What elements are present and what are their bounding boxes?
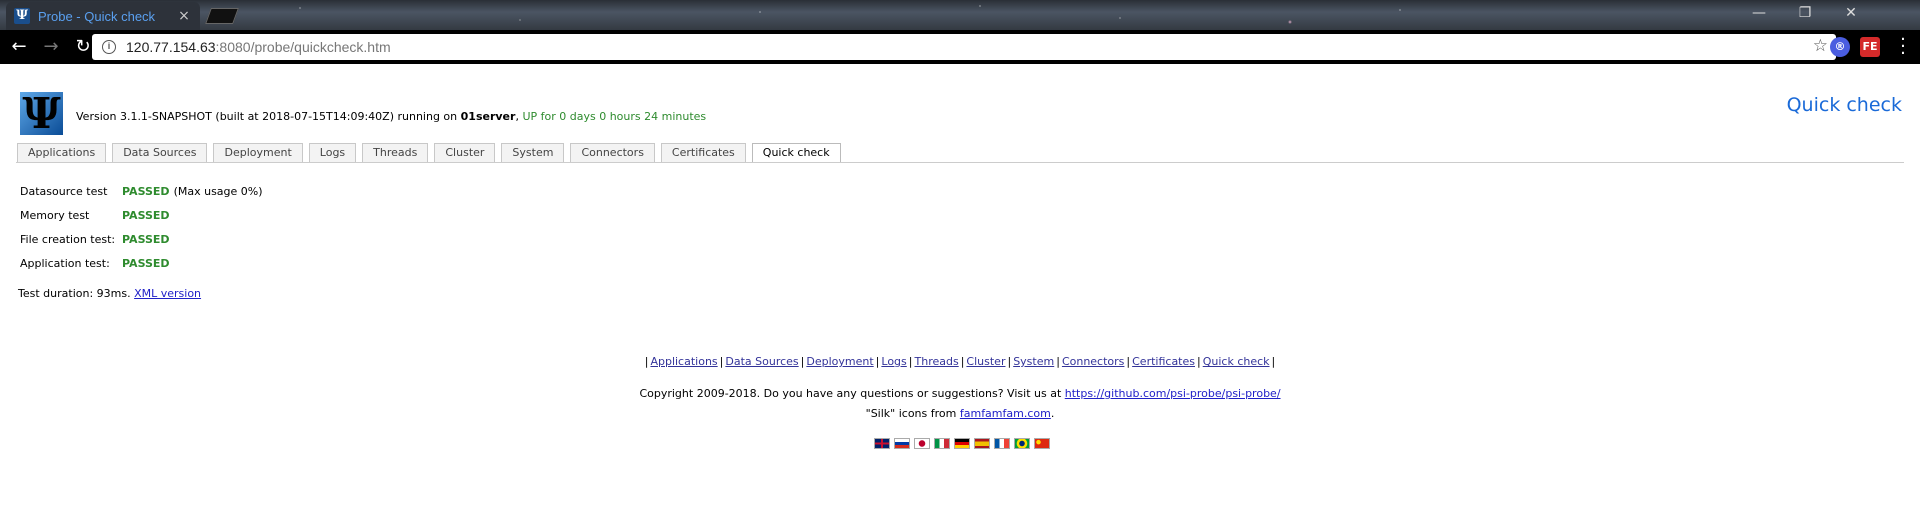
page-content: Ψ Version 3.1.1-SNAPSHOT (built at 2018-… — [0, 64, 1920, 522]
result-row: Application test: PASSED — [20, 251, 263, 275]
flag-jp-icon[interactable] — [914, 438, 930, 449]
tab-certificates[interactable]: Certificates — [660, 143, 746, 162]
browser-titlebar: Ψ Probe - Quick check × — ❐ ✕ — [0, 0, 1920, 30]
flag-fr-icon[interactable] — [994, 438, 1010, 449]
result-row: File creation test: PASSED — [20, 227, 263, 251]
forward-arrow-icon[interactable]: → — [38, 34, 64, 60]
footer-link-quick-check[interactable]: Quick check — [1203, 355, 1270, 368]
famfamfam-link[interactable]: famfamfam.com — [960, 407, 1051, 420]
quick-check-results: Datasource test PASSED (Max usage 0%) Me… — [20, 179, 263, 275]
uptime-text: UP for 0 days 0 hours 24 minutes — [522, 110, 707, 123]
footer-link-applications[interactable]: Applications — [650, 355, 717, 368]
version-text: Version 3.1.1-SNAPSHOT (built at 2018-07… — [76, 110, 461, 123]
minimize-button[interactable]: — — [1736, 0, 1782, 26]
page-title: Quick check — [1786, 94, 1902, 116]
result-status: PASSED — [122, 232, 170, 246]
flag-cn-icon[interactable] — [1034, 438, 1050, 449]
version-info: Version 3.1.1-SNAPSHOT (built at 2018-07… — [76, 110, 707, 123]
tab-threads[interactable]: Threads — [362, 143, 429, 162]
result-label: File creation test: — [20, 232, 116, 246]
back-arrow-icon[interactable]: ← — [6, 34, 32, 60]
browser-menu-icon[interactable]: · · · — [1898, 31, 1908, 63]
browser-tab[interactable]: Ψ Probe - Quick check × — [6, 2, 200, 30]
address-bar[interactable]: i 120.77.154.63 :8080/probe/quickcheck.h… — [92, 34, 1836, 60]
tab-system[interactable]: System — [501, 143, 565, 162]
flag-de-icon[interactable] — [954, 438, 970, 449]
tab-data-sources[interactable]: Data Sources — [112, 143, 208, 162]
site-info-icon[interactable]: i — [102, 40, 116, 54]
xml-version-link[interactable]: XML version — [134, 287, 201, 300]
flag-es-icon[interactable] — [974, 438, 990, 449]
maximize-button[interactable]: ❐ — [1782, 0, 1828, 26]
bookmark-star-icon[interactable]: ☆ — [1813, 36, 1828, 56]
result-note: (Max usage 0%) — [173, 184, 263, 198]
tab-logs[interactable]: Logs — [308, 143, 357, 162]
test-duration: Test duration: 93ms. XML version — [18, 287, 201, 300]
tab-deployment[interactable]: Deployment — [213, 143, 303, 162]
tab-connectors[interactable]: Connectors — [570, 143, 655, 162]
browser-toolbar: ← → ↻ i 120.77.154.63 :8080/probe/quickc… — [0, 30, 1920, 64]
footer-link-deployment[interactable]: Deployment — [806, 355, 873, 368]
result-status: PASSED — [122, 208, 170, 222]
result-status: PASSED — [122, 184, 170, 198]
tab-close-icon[interactable]: × — [176, 8, 192, 24]
extension-fe-icon[interactable]: FE — [1860, 37, 1880, 57]
extension-icon-1[interactable]: ® — [1830, 37, 1850, 57]
address-path: :8080/probe/quickcheck.htm — [215, 39, 391, 55]
tab-applications[interactable]: Applications — [17, 143, 107, 162]
tab-cluster[interactable]: Cluster — [434, 143, 496, 162]
flag-it-icon[interactable] — [934, 438, 950, 449]
copyright: Copyright 2009-2018. Do you have any que… — [0, 387, 1920, 400]
result-row: Datasource test PASSED (Max usage 0%) — [20, 179, 263, 203]
nav-tabs: Applications Data Sources Deployment Log… — [17, 143, 847, 163]
probe-favicon-icon: Ψ — [14, 8, 30, 24]
flag-uk-icon[interactable] — [874, 438, 890, 449]
footer-link-logs[interactable]: Logs — [881, 355, 906, 368]
titlebar-background — [0, 0, 1920, 30]
result-label: Memory test — [20, 208, 90, 222]
tab-quick-check[interactable]: Quick check — [751, 143, 841, 163]
language-flags — [874, 438, 1054, 449]
footer-link-certificates[interactable]: Certificates — [1132, 355, 1195, 368]
tab-divider — [16, 162, 1904, 163]
footer-link-connectors[interactable]: Connectors — [1062, 355, 1124, 368]
result-label: Datasource test — [20, 184, 108, 198]
duration-text: Test duration: 93ms. — [18, 287, 131, 300]
close-window-button[interactable]: ✕ — [1828, 0, 1874, 26]
footer-nav: | Applications | Data Sources | Deployment | Lo… — [644, 355, 1276, 368]
server-name: 01server — [460, 110, 516, 123]
result-row: Memory test PASSED — [20, 203, 263, 227]
silk-credit: "Silk" icons from famfamfam.com. — [0, 407, 1920, 420]
flag-ru-icon[interactable] — [894, 438, 910, 449]
flag-br-icon[interactable] — [1014, 438, 1030, 449]
copyright-text: Copyright 2009-2018. Do you have any que… — [639, 387, 1065, 400]
psi-probe-logo: Ψ — [20, 92, 63, 135]
footer-link-cluster[interactable]: Cluster — [966, 355, 1005, 368]
github-link[interactable]: https://github.com/psi-probe/psi-probe/ — [1065, 387, 1281, 400]
silk-suffix: . — [1050, 407, 1055, 420]
result-status: PASSED — [122, 256, 170, 270]
silk-prefix: "Silk" icons from — [865, 407, 960, 420]
browser-tab-title: Probe - Quick check — [38, 8, 156, 24]
result-label: Application test: — [20, 256, 110, 270]
footer-link-threads[interactable]: Threads — [915, 355, 959, 368]
address-host: 120.77.154.63 — [126, 39, 216, 55]
footer-link-system[interactable]: System — [1013, 355, 1054, 368]
new-tab-button[interactable] — [205, 8, 239, 24]
footer-link-data-sources[interactable]: Data Sources — [725, 355, 798, 368]
